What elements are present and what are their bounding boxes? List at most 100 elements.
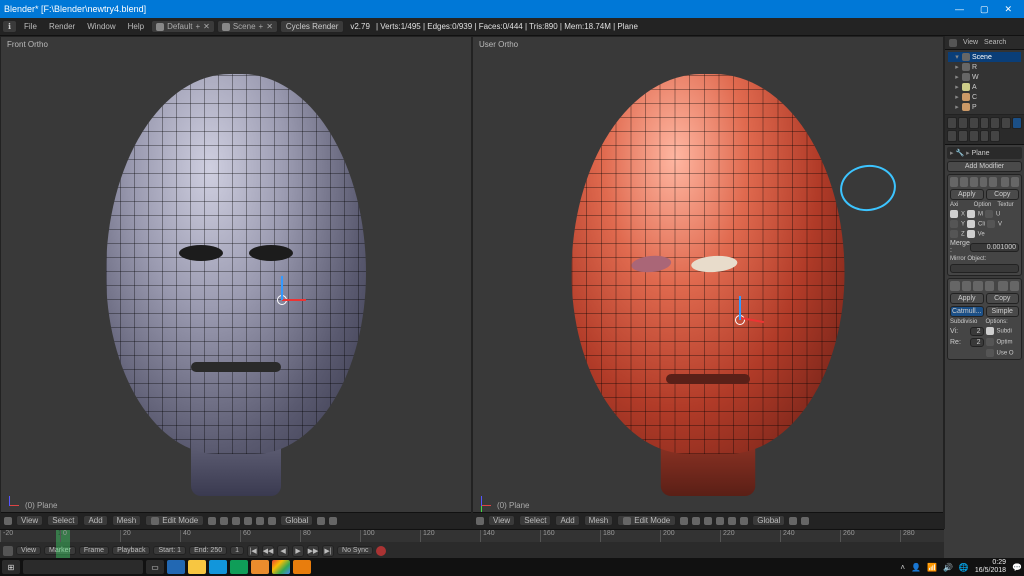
mirror-x-checkbox[interactable]: X [950, 210, 965, 218]
edge-select-icon[interactable] [716, 517, 724, 525]
modifier-visibility-icon[interactable] [960, 177, 968, 187]
tray-chevron-icon[interactable]: ˄ [900, 563, 905, 572]
proportional-edit-icon[interactable] [801, 517, 809, 525]
vp-menu-mesh[interactable]: Mesh [584, 515, 614, 526]
screen-layout-selector[interactable]: Default+✕ [151, 20, 215, 33]
viewport-right[interactable]: User Ortho (0) Plane View Select Add Mes… [472, 36, 944, 529]
manipulator-icon[interactable] [732, 312, 748, 328]
modifier-visibility-icon[interactable] [962, 281, 972, 291]
end-frame-input[interactable]: End: 250 [189, 546, 227, 555]
timeline-menu-frame[interactable]: Frame [79, 546, 109, 555]
taskbar-search-input[interactable] [23, 560, 143, 574]
face-select-icon[interactable] [728, 517, 736, 525]
modifier-render-icon[interactable] [973, 281, 983, 291]
mirror-vgroup-checkbox[interactable]: Ve [967, 230, 985, 238]
pivot-icon[interactable] [692, 517, 700, 525]
subdiv-catmull-button[interactable]: Catmull... [950, 306, 984, 317]
blender-taskbar-icon[interactable] [293, 560, 311, 574]
tab-material-icon[interactable] [958, 130, 968, 142]
render-engine-selector[interactable]: Cycles Render [280, 20, 344, 33]
mirror-object-input[interactable] [950, 264, 1019, 273]
vp-menu-view[interactable]: View [488, 515, 515, 526]
timeline-menu-playback[interactable]: Playback [112, 546, 150, 555]
current-frame-input[interactable]: 1 [230, 546, 244, 555]
mode-selector[interactable]: Edit Mode [145, 515, 204, 526]
keyframe-prev-icon[interactable]: ◀◀ [262, 545, 274, 557]
orientation-selector[interactable]: Global [280, 515, 313, 526]
modifier-apply-button[interactable]: Apply [950, 189, 984, 200]
mirror-z-checkbox[interactable]: Z [950, 230, 965, 238]
notifications-icon[interactable]: 💬 [1012, 563, 1022, 572]
outliner-row[interactable]: ▸W [948, 72, 1021, 82]
close-button[interactable]: ✕ [1004, 4, 1012, 15]
modifier-editmode-icon[interactable] [985, 281, 995, 291]
start-frame-input[interactable]: Start: 1 [153, 546, 186, 555]
tab-render-layers-icon[interactable] [958, 117, 968, 129]
mirror-y-checkbox[interactable]: Y [950, 220, 965, 228]
editor-type-icon[interactable] [949, 39, 957, 47]
timeline-menu-view[interactable]: View [16, 546, 41, 555]
sync-mode-selector[interactable]: No Sync [337, 546, 373, 555]
tab-texture-icon[interactable] [969, 130, 979, 142]
vp-menu-add[interactable]: Add [83, 515, 107, 526]
tab-constraints-icon[interactable] [1001, 117, 1011, 129]
scene-selector[interactable]: Scene+✕ [217, 20, 278, 33]
menu-render[interactable]: Render [44, 22, 80, 31]
subdiv-opensubdiv-checkbox[interactable]: Use O [986, 349, 1020, 357]
tray-volume-icon[interactable]: 🔊 [943, 563, 953, 572]
editor-type-icon[interactable] [476, 517, 484, 525]
editor-type-icon[interactable] [4, 517, 12, 525]
tab-data-icon[interactable] [947, 130, 957, 142]
jump-start-icon[interactable]: |◀ [247, 545, 259, 557]
menu-file[interactable]: File [19, 22, 42, 31]
outliner[interactable]: ▾Scene ▸R ▸W ▸A ▸C ▸P [945, 50, 1024, 115]
mirror-u-checkbox[interactable]: U [985, 210, 1000, 218]
start-button[interactable]: ⊞ [2, 560, 20, 574]
subdiv-view-input[interactable]: 2 [970, 327, 984, 336]
vp-menu-select[interactable]: Select [47, 515, 79, 526]
taskbar-app-icon[interactable] [251, 560, 269, 574]
tab-physics-icon[interactable] [990, 130, 1000, 142]
tab-particles-icon[interactable] [980, 130, 990, 142]
pivot-icon[interactable] [220, 517, 228, 525]
subdiv-uvs-checkbox[interactable]: Subdi [986, 327, 1020, 336]
merge-value-input[interactable]: 0.001000 [970, 243, 1019, 252]
mirror-clip-checkbox[interactable]: Cli [967, 220, 985, 228]
mode-selector[interactable]: Edit Mode [617, 515, 676, 526]
editor-type-icon[interactable] [3, 546, 13, 556]
taskbar-app-icon[interactable] [209, 560, 227, 574]
outliner-row[interactable]: ▸P [948, 102, 1021, 112]
shading-mode-icon[interactable] [208, 517, 216, 525]
play-icon[interactable]: ▶ [292, 545, 304, 557]
vertex-select-icon[interactable] [704, 517, 712, 525]
add-modifier-button[interactable]: Add Modifier [947, 161, 1022, 172]
taskbar-app-icon[interactable] [230, 560, 248, 574]
file-explorer-icon[interactable] [188, 560, 206, 574]
mirror-m-checkbox[interactable]: M [967, 210, 983, 218]
modifier-delete-icon[interactable] [1010, 281, 1020, 291]
viewport-left[interactable]: Front Ortho (0) Plane View Select Add Me… [0, 36, 472, 529]
tray-network-icon[interactable]: 📶 [927, 563, 937, 572]
outliner-row-scene[interactable]: ▾Scene [948, 52, 1021, 62]
tab-modifiers-icon[interactable] [1012, 117, 1022, 129]
edge-select-icon[interactable] [244, 517, 252, 525]
tab-object-icon[interactable] [990, 117, 1000, 129]
menu-help[interactable]: Help [123, 22, 149, 31]
taskbar-app-icon[interactable] [167, 560, 185, 574]
outliner-row[interactable]: ▸C [948, 92, 1021, 102]
vp-menu-add[interactable]: Add [555, 515, 579, 526]
tab-render-icon[interactable] [947, 117, 957, 129]
limit-selection-icon[interactable] [740, 517, 748, 525]
proportional-edit-icon[interactable] [329, 517, 337, 525]
minimize-button[interactable]: — [955, 4, 964, 15]
chrome-icon[interactable] [272, 560, 290, 574]
orientation-selector[interactable]: Global [752, 515, 785, 526]
modifier-editmode-icon[interactable] [980, 177, 988, 187]
play-reverse-icon[interactable]: ◀ [277, 545, 289, 557]
face-select-icon[interactable] [256, 517, 264, 525]
tab-world-icon[interactable] [980, 117, 990, 129]
menu-window[interactable]: Window [82, 22, 120, 31]
auto-keyframe-icon[interactable] [376, 546, 386, 556]
modifier-apply-button[interactable]: Apply [950, 293, 984, 304]
shading-mode-icon[interactable] [680, 517, 688, 525]
